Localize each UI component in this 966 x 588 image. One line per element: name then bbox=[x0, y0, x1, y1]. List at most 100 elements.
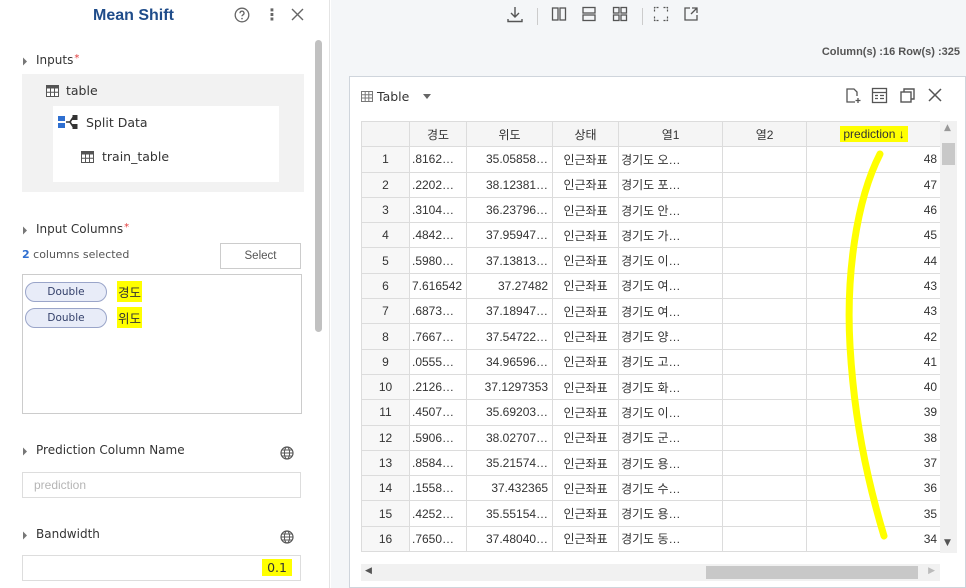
prediction-column-header[interactable]: prediction ↓ bbox=[806, 120, 943, 148]
row-number[interactable]: 14 bbox=[361, 475, 410, 502]
row-number[interactable]: 2 bbox=[361, 171, 410, 198]
table-view-icon[interactable] bbox=[871, 87, 888, 104]
layout-rows-icon[interactable] bbox=[581, 6, 597, 22]
latitude-cell[interactable]: 36.23796… bbox=[466, 196, 554, 224]
latitude-cell[interactable]: 37.1297353 bbox=[466, 373, 554, 401]
prediction-cell[interactable]: 47 bbox=[806, 171, 943, 198]
layout-columns-icon[interactable] bbox=[551, 6, 567, 22]
latitude-cell[interactable]: 35.21574… bbox=[466, 449, 554, 477]
row-number[interactable]: 16 bbox=[361, 525, 410, 553]
column-header[interactable]: 열1 bbox=[618, 120, 724, 148]
new-sheet-icon[interactable] bbox=[844, 87, 861, 104]
longitude-cell[interactable]: .4842… bbox=[408, 222, 468, 249]
col2-cell[interactable] bbox=[722, 222, 808, 249]
latitude-cell[interactable]: 37.18947… bbox=[466, 298, 554, 325]
longitude-cell[interactable]: .4252… bbox=[408, 500, 468, 527]
prediction-cell[interactable]: 46 bbox=[806, 196, 943, 224]
latitude-cell[interactable]: 35.05858… bbox=[466, 146, 554, 173]
prediction-column-input[interactable] bbox=[22, 472, 301, 498]
layout-grid-icon[interactable] bbox=[612, 6, 628, 22]
prediction-cell[interactable]: 38 bbox=[806, 424, 943, 451]
prediction-cell[interactable]: 34 bbox=[806, 525, 943, 553]
latitude-cell[interactable]: 37.13813… bbox=[466, 247, 554, 274]
column-chip[interactable]: Double 위도 bbox=[25, 307, 143, 328]
col2-cell[interactable] bbox=[722, 525, 808, 553]
status-cell[interactable]: 인근좌표 bbox=[552, 424, 620, 451]
col2-cell[interactable] bbox=[722, 475, 808, 502]
row-number[interactable]: 4 bbox=[361, 222, 410, 249]
table-row[interactable]: 4.4842… 37.95947… 인근좌표 경기도 가… 45 bbox=[361, 222, 943, 249]
status-cell[interactable]: 인근좌표 bbox=[552, 146, 620, 173]
fullscreen-icon[interactable] bbox=[653, 6, 669, 22]
table-title-dropdown[interactable]: Table bbox=[361, 89, 432, 104]
horizontal-scrollbar[interactable]: ◀ ▶ bbox=[361, 564, 940, 581]
col1-cell[interactable]: 경기도 동… bbox=[618, 525, 724, 553]
column-chip[interactable]: Double 경도 bbox=[25, 281, 143, 302]
column-header[interactable]: 열2 bbox=[722, 120, 808, 148]
longitude-cell[interactable]: .2126… bbox=[408, 373, 468, 401]
table-row[interactable]: 13.8584… 35.21574… 인근좌표 경기도 용… 37 bbox=[361, 449, 943, 477]
col2-cell[interactable] bbox=[722, 373, 808, 401]
row-number[interactable]: 13 bbox=[361, 449, 410, 477]
select-columns-button[interactable]: Select bbox=[220, 243, 301, 269]
table-row[interactable]: 1.8162… 35.05858… 인근좌표 경기도 오… 48 bbox=[361, 146, 943, 173]
status-cell[interactable]: 인근좌표 bbox=[552, 399, 620, 426]
scroll-down-arrow-icon[interactable]: ▼ bbox=[944, 538, 951, 548]
col1-cell[interactable]: 경기도 화… bbox=[618, 373, 724, 401]
col1-cell[interactable]: 경기도 고… bbox=[618, 348, 724, 375]
latitude-cell[interactable]: 34.96596… bbox=[466, 348, 554, 375]
scroll-right-arrow-icon[interactable]: ▶ bbox=[928, 566, 935, 576]
latitude-cell[interactable]: 38.12381… bbox=[466, 171, 554, 198]
input-table-item[interactable]: table bbox=[46, 83, 98, 98]
prediction-cell[interactable]: 40 bbox=[806, 373, 943, 401]
latitude-cell[interactable]: 38.02707… bbox=[466, 424, 554, 451]
table-row[interactable]: 6 7.616542 37.27482 인근좌표 경기도 여… 43 bbox=[361, 272, 943, 300]
train-table-item[interactable]: train_table bbox=[81, 149, 169, 164]
more-options-icon[interactable]: ⋮ bbox=[264, 6, 280, 24]
col1-cell[interactable]: 경기도 양… bbox=[618, 323, 724, 350]
latitude-cell[interactable]: 37.95947… bbox=[466, 222, 554, 249]
col1-cell[interactable]: 경기도 이… bbox=[618, 399, 724, 426]
close-icon[interactable] bbox=[290, 7, 305, 22]
table-row[interactable]: 14.1558… 37.432365 인근좌표 경기도 수… 36 bbox=[361, 475, 943, 502]
longitude-cell[interactable]: .0555… bbox=[408, 348, 468, 375]
longitude-cell[interactable]: .7650… bbox=[408, 525, 468, 553]
longitude-cell[interactable]: .5906… bbox=[408, 424, 468, 451]
longitude-cell[interactable]: .3104… bbox=[408, 196, 468, 224]
longitude-cell[interactable]: .8162… bbox=[408, 146, 468, 173]
row-number[interactable]: 9 bbox=[361, 348, 410, 375]
row-number[interactable]: 10 bbox=[361, 373, 410, 401]
status-cell[interactable]: 인근좌표 bbox=[552, 196, 620, 224]
table-row[interactable]: 8.7667… 37.54722… 인근좌표 경기도 양… 42 bbox=[361, 323, 943, 350]
col2-cell[interactable] bbox=[722, 348, 808, 375]
col2-cell[interactable] bbox=[722, 449, 808, 477]
status-cell[interactable]: 인근좌표 bbox=[552, 247, 620, 274]
table-row[interactable]: 16.7650… 37.48040… 인근좌표 경기도 동… 34 bbox=[361, 525, 943, 553]
scroll-left-arrow-icon[interactable]: ◀ bbox=[365, 566, 372, 576]
col2-cell[interactable] bbox=[722, 323, 808, 350]
latitude-cell[interactable]: 35.69203… bbox=[466, 399, 554, 426]
globe-icon[interactable] bbox=[280, 446, 294, 460]
col1-cell[interactable]: 경기도 이… bbox=[618, 247, 724, 274]
longitude-cell[interactable]: .7667… bbox=[408, 323, 468, 350]
status-cell[interactable]: 인근좌표 bbox=[552, 348, 620, 375]
col2-cell[interactable] bbox=[722, 424, 808, 451]
download-icon[interactable] bbox=[507, 6, 523, 23]
vertical-scrollbar[interactable]: ▲ ▼ bbox=[940, 121, 957, 553]
status-cell[interactable]: 인근좌표 bbox=[552, 171, 620, 198]
status-cell[interactable]: 인근좌표 bbox=[552, 298, 620, 325]
status-cell[interactable]: 인근좌표 bbox=[552, 525, 620, 553]
longitude-cell[interactable]: .1558… bbox=[408, 475, 468, 502]
column-header[interactable]: 상태 bbox=[552, 120, 620, 148]
column-header[interactable]: 위도 bbox=[466, 120, 554, 148]
table-row[interactable]: 9.0555… 34.96596… 인근좌표 경기도 고… 41 bbox=[361, 348, 943, 375]
popout-icon[interactable] bbox=[683, 6, 699, 22]
prediction-cell[interactable]: 37 bbox=[806, 449, 943, 477]
row-number[interactable]: 6 bbox=[361, 272, 410, 300]
column-header[interactable]: 경도 bbox=[408, 120, 468, 148]
longitude-cell[interactable]: 7.616542 bbox=[408, 272, 468, 300]
prediction-cell[interactable]: 48 bbox=[806, 146, 943, 173]
row-number[interactable]: 11 bbox=[361, 399, 410, 426]
status-cell[interactable]: 인근좌표 bbox=[552, 222, 620, 249]
help-icon[interactable] bbox=[234, 7, 250, 23]
